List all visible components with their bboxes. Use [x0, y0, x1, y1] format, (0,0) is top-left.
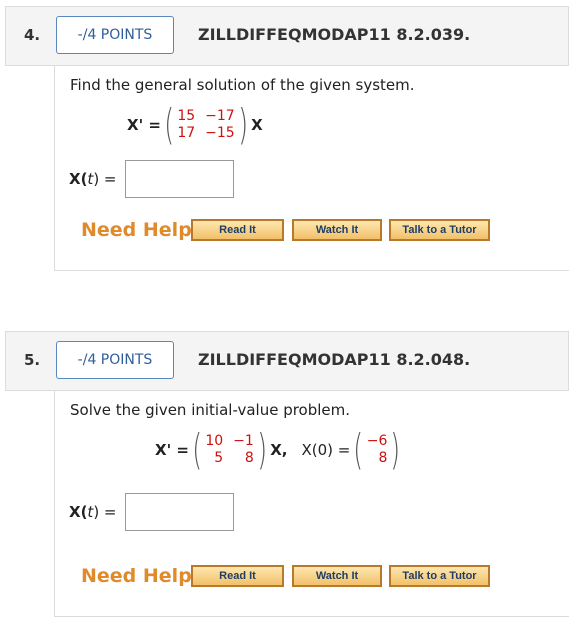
answer-label-x: X( — [69, 503, 88, 521]
watch-it-button[interactable]: Watch It — [292, 565, 382, 587]
points-badge[interactable]: -/4 POINTS — [56, 341, 174, 379]
question-prompt: Find the general solution of the given s… — [70, 76, 415, 94]
matrix-entry: 15 — [177, 108, 196, 124]
talk-to-tutor-button[interactable]: Talk to a Tutor — [389, 219, 490, 241]
matrix-entry: 17 — [177, 125, 196, 141]
coefficient-matrix: 10 −1 5 8 — [205, 433, 253, 467]
answer-label-eq: ) = — [93, 170, 117, 188]
answer-input[interactable] — [125, 160, 234, 198]
question-4-header: 4. -/4 POINTS ZILLDIFFEQMODAP11 8.2.039. — [5, 6, 569, 66]
need-help-label: Need Help? — [81, 219, 203, 241]
right-paren: ) — [257, 425, 267, 474]
matrix-entry: 8 — [244, 450, 254, 466]
answer-label-x: X( — [69, 170, 88, 188]
question-number: 5. — [24, 351, 41, 369]
question-prompt: Solve the given initial-value problem. — [70, 401, 351, 419]
initial-vector: −6 8 — [367, 433, 388, 467]
initial-condition-lhs: X(0) = — [301, 441, 351, 459]
eq-lhs: X' = — [155, 441, 189, 459]
question-5-body: Solve the given initial-value problem. X… — [54, 391, 569, 617]
read-it-button[interactable]: Read It — [191, 219, 284, 241]
watch-it-button[interactable]: Watch It — [292, 219, 382, 241]
left-paren: ( — [164, 100, 175, 149]
points-badge[interactable]: -/4 POINTS — [56, 16, 174, 54]
matrix-entry: 10 — [205, 433, 224, 449]
coefficient-matrix: 15 −17 17 −15 — [177, 108, 234, 142]
eq-rhs: X — [251, 116, 263, 134]
eq-lhs: X' = — [127, 116, 161, 134]
matrix-entry: −1 — [233, 433, 254, 449]
question-5-header: 5. -/4 POINTS ZILLDIFFEQMODAP11 8.2.048. — [5, 331, 569, 391]
answer-label-eq: ) = — [93, 503, 117, 521]
matrix-entry: −15 — [205, 125, 235, 141]
talk-to-tutor-button[interactable]: Talk to a Tutor — [389, 565, 490, 587]
system-equation: X' = ( 15 −17 17 −15 ) X — [127, 104, 263, 146]
answer-label: X(t) = — [69, 503, 117, 521]
question-4-body: Find the general solution of the given s… — [54, 66, 569, 271]
read-it-button[interactable]: Read It — [191, 565, 284, 587]
ivp-equation: X' = ( 10 −1 5 8 ) X, X(0) = ( −6 8 ) — [155, 429, 404, 471]
right-paren: ) — [390, 425, 401, 474]
left-paren: ( — [353, 425, 364, 474]
eq-rhs: X, — [270, 441, 288, 459]
matrix-entry: 5 — [214, 450, 224, 466]
need-help-label: Need Help? — [81, 565, 203, 587]
question-number: 4. — [24, 26, 41, 44]
vector-entry: 8 — [378, 450, 388, 466]
question-id: ZILLDIFFEQMODAP11 8.2.039. — [198, 25, 471, 44]
answer-input[interactable] — [125, 493, 234, 531]
answer-label: X(t) = — [69, 170, 117, 188]
left-paren: ( — [192, 425, 203, 474]
question-id: ZILLDIFFEQMODAP11 8.2.048. — [198, 350, 471, 369]
matrix-entry: −17 — [205, 108, 235, 124]
vector-entry: −6 — [366, 433, 388, 449]
right-paren: ) — [237, 100, 248, 149]
